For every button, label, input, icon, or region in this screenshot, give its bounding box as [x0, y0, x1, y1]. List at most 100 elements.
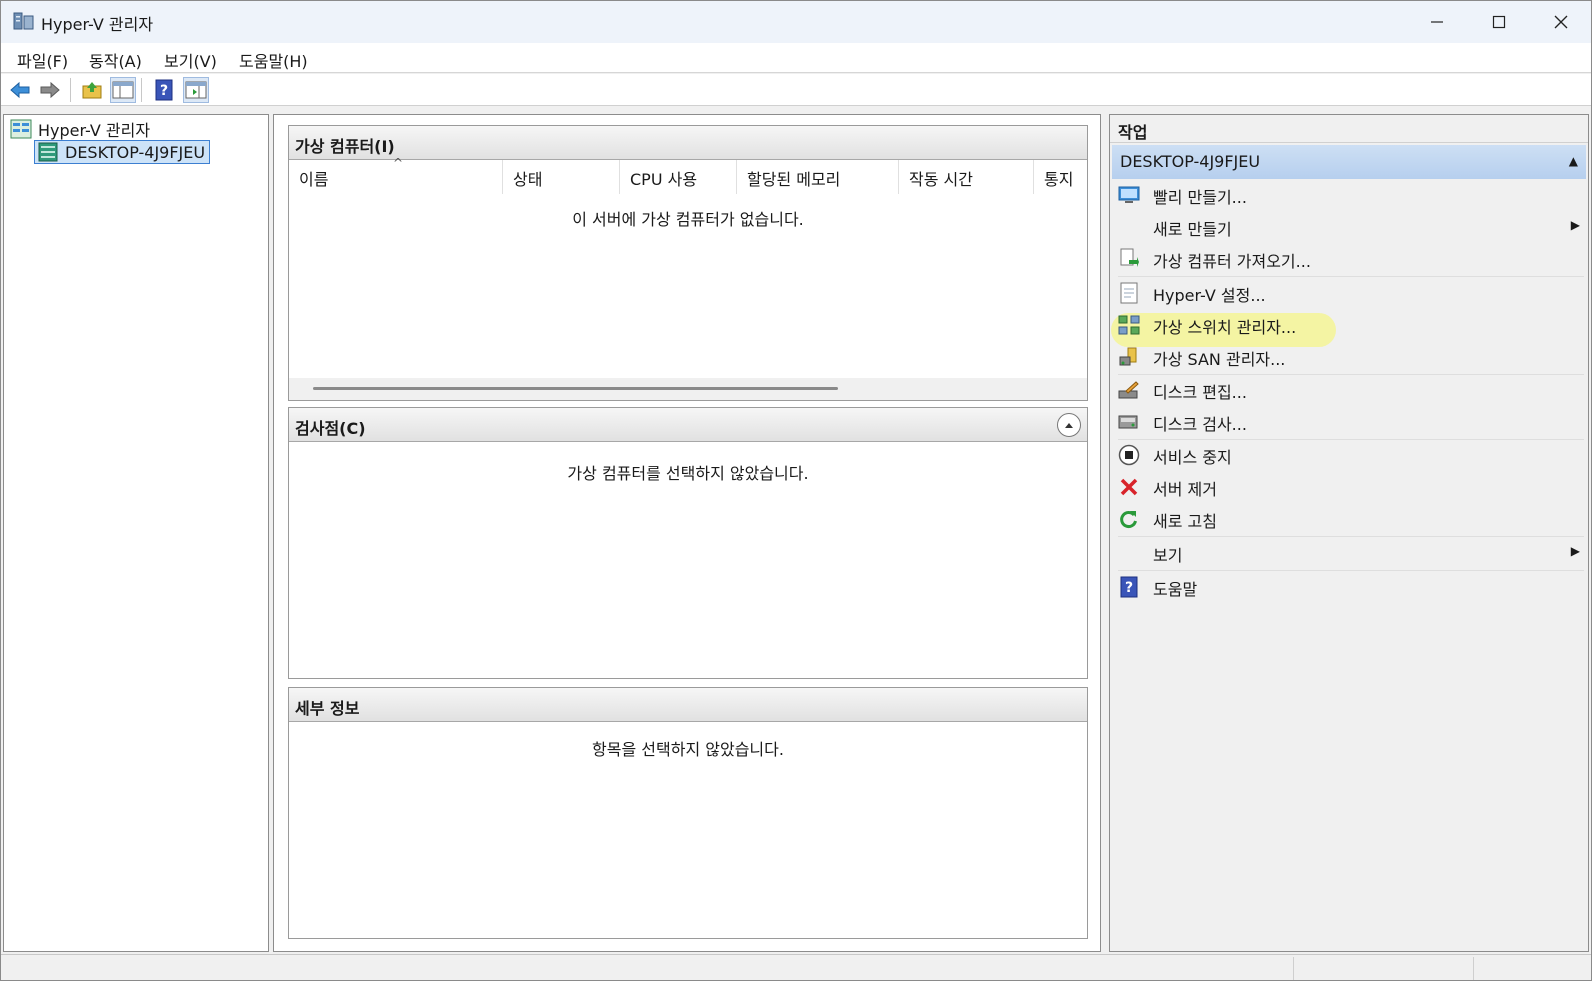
- forward-icon: [40, 81, 60, 99]
- action-virtual-san-manager[interactable]: 가상 SAN 관리자...: [1118, 343, 1584, 371]
- column-header-uptime[interactable]: 작동 시간: [899, 160, 1034, 194]
- details-empty-message: 항목을 선택하지 않았습니다.: [592, 740, 784, 759]
- action-edit-disk[interactable]: 디스크 편집...: [1118, 376, 1584, 404]
- status-bar-divider: [1473, 957, 1474, 980]
- inspect-disk-icon: [1118, 411, 1140, 433]
- action-label: 가상 스위치 관리자...: [1153, 318, 1297, 337]
- action-label: 가상 컴퓨터 가져오기...: [1153, 252, 1311, 271]
- horizontal-scrollbar[interactable]: [289, 378, 1087, 400]
- maximize-icon: [1492, 15, 1506, 29]
- settings-doc-icon: [1118, 282, 1140, 304]
- show-hide-action-pane-button[interactable]: [183, 77, 209, 103]
- actions-pane: 작업 DESKTOP-4J9FJEU ▲ 빨리 만들기... 새로 만들기 ▶ …: [1109, 114, 1589, 952]
- quick-create-icon: [1118, 184, 1140, 206]
- column-memory-label: 할당된 메모리: [747, 170, 841, 189]
- actions-title: 작업: [1110, 115, 1588, 143]
- action-new[interactable]: 새로 만들기 ▶: [1118, 213, 1584, 241]
- separator: [1118, 374, 1584, 375]
- action-import-vm[interactable]: 가상 컴퓨터 가져오기...: [1118, 245, 1584, 273]
- action-hyperv-settings[interactable]: Hyper-V 설정...: [1118, 279, 1584, 307]
- action-remove-server[interactable]: 서버 제거: [1118, 473, 1584, 501]
- svg-text:?: ?: [160, 83, 168, 99]
- toolbar-separator: [70, 78, 71, 102]
- svg-text:?: ?: [1125, 580, 1133, 596]
- help-icon: ?: [155, 79, 173, 101]
- tree-root-label: Hyper-V 관리자: [38, 121, 151, 140]
- minimize-icon: [1431, 21, 1443, 23]
- vm-empty-message: 이 서버에 가상 컴퓨터가 없습니다.: [572, 210, 804, 229]
- action-help[interactable]: ? 도움말: [1118, 573, 1584, 601]
- close-button[interactable]: [1530, 1, 1591, 43]
- virtual-machines-header: 가상 컴퓨터(I): [289, 126, 1087, 160]
- collapse-up-icon: ▲: [1568, 154, 1578, 168]
- edit-disk-icon: [1118, 379, 1140, 401]
- column-state-label: 상태: [513, 170, 543, 189]
- help-button[interactable]: ?: [151, 77, 177, 103]
- maximize-button[interactable]: [1468, 1, 1530, 43]
- checkpoints-empty-message: 가상 컴퓨터를 선택하지 않았습니다.: [567, 464, 809, 483]
- title-bar: Hyper-V 관리자: [1, 1, 1591, 43]
- menu-file[interactable]: 파일(F): [17, 48, 68, 72]
- window-title: Hyper-V 관리자: [41, 15, 154, 34]
- tree-item-hyperv-manager[interactable]: Hyper-V 관리자: [10, 117, 150, 141]
- action-pane-icon: [185, 81, 207, 99]
- console-tree-pane: Hyper-V 관리자 DESKTOP-4J9FJEU: [3, 114, 269, 952]
- separator: [1118, 439, 1584, 440]
- action-label: 디스크 편집...: [1153, 383, 1247, 402]
- column-header-cpu[interactable]: CPU 사용: [620, 160, 737, 194]
- action-quick-create[interactable]: 빨리 만들기...: [1118, 181, 1584, 209]
- action-inspect-disk[interactable]: 디스크 검사...: [1118, 408, 1584, 436]
- import-vm-icon: [1118, 248, 1140, 270]
- submenu-arrow-icon: ▶: [1570, 544, 1580, 558]
- chevron-up-icon: [1065, 423, 1073, 428]
- collapse-button[interactable]: [1057, 413, 1081, 437]
- stop-service-icon: [1118, 444, 1140, 466]
- separator: [1118, 536, 1584, 537]
- action-label: 서비스 중지: [1153, 448, 1232, 467]
- up-folder-button[interactable]: [79, 77, 105, 103]
- menu-action[interactable]: 동작(A): [89, 48, 142, 72]
- details-header: 세부 정보: [289, 688, 1087, 722]
- up-folder-icon: [82, 82, 102, 99]
- action-refresh[interactable]: 새로 고침: [1118, 505, 1584, 533]
- back-button[interactable]: [7, 77, 33, 103]
- details-panel: 세부 정보 항목을 선택하지 않았습니다.: [288, 687, 1088, 939]
- action-label: 새로 만들기: [1153, 220, 1232, 239]
- status-bar: [1, 954, 1591, 980]
- action-label: 가상 SAN 관리자...: [1153, 350, 1286, 369]
- checkpoints-panel: 검사점(C) 가상 컴퓨터를 선택하지 않았습니다.: [288, 407, 1088, 679]
- column-header-state[interactable]: 상태: [503, 160, 620, 194]
- action-label: 새로 고침: [1153, 512, 1217, 531]
- toolbar: ?: [1, 74, 1591, 106]
- action-stop-service[interactable]: 서비스 중지: [1118, 441, 1584, 469]
- close-icon: [1554, 15, 1568, 29]
- column-header-status[interactable]: 통지: [1034, 160, 1087, 194]
- back-icon: [10, 81, 30, 99]
- virtual-san-icon: [1118, 346, 1140, 368]
- column-name-label: 이름: [299, 170, 329, 189]
- minimize-button[interactable]: [1406, 1, 1468, 43]
- toolbar-separator: [141, 78, 142, 102]
- column-uptime-label: 작동 시간: [909, 170, 973, 189]
- tree-item-server[interactable]: DESKTOP-4J9FJEU: [34, 140, 211, 164]
- hyperv-manager-window: Hyper-V 관리자 파일(F) 동작(A) 보기(V) 도움말(H) ? H…: [0, 0, 1592, 981]
- menu-help[interactable]: 도움말(H): [239, 48, 308, 72]
- forward-button[interactable]: [37, 77, 63, 103]
- action-virtual-switch-manager[interactable]: 가상 스위치 관리자...: [1118, 311, 1584, 339]
- menu-view[interactable]: 보기(V): [164, 48, 217, 72]
- virtual-switch-icon: [1118, 314, 1140, 336]
- checkpoints-header: 검사점(C): [289, 408, 1087, 442]
- action-view[interactable]: 보기 ▶: [1118, 539, 1584, 567]
- actions-group-server[interactable]: DESKTOP-4J9FJEU ▲: [1112, 145, 1586, 179]
- action-label: 빨리 만들기...: [1153, 188, 1247, 207]
- refresh-icon: [1118, 508, 1140, 530]
- menu-bar: 파일(F) 동작(A) 보기(V) 도움말(H): [1, 43, 1591, 73]
- column-status-label: 통지: [1044, 170, 1074, 189]
- remove-server-icon: [1118, 476, 1140, 498]
- column-header-memory[interactable]: 할당된 메모리: [737, 160, 899, 194]
- virtual-machines-panel: 가상 컴퓨터(I) 이름 ^ 상태 CPU 사용 할당된 메모리 작동 시간 통…: [288, 125, 1088, 401]
- scrollbar-thumb[interactable]: [313, 387, 838, 390]
- show-hide-console-tree-button[interactable]: [110, 77, 136, 103]
- actions-group-label: DESKTOP-4J9FJEU: [1120, 152, 1261, 171]
- separator: [1118, 570, 1584, 571]
